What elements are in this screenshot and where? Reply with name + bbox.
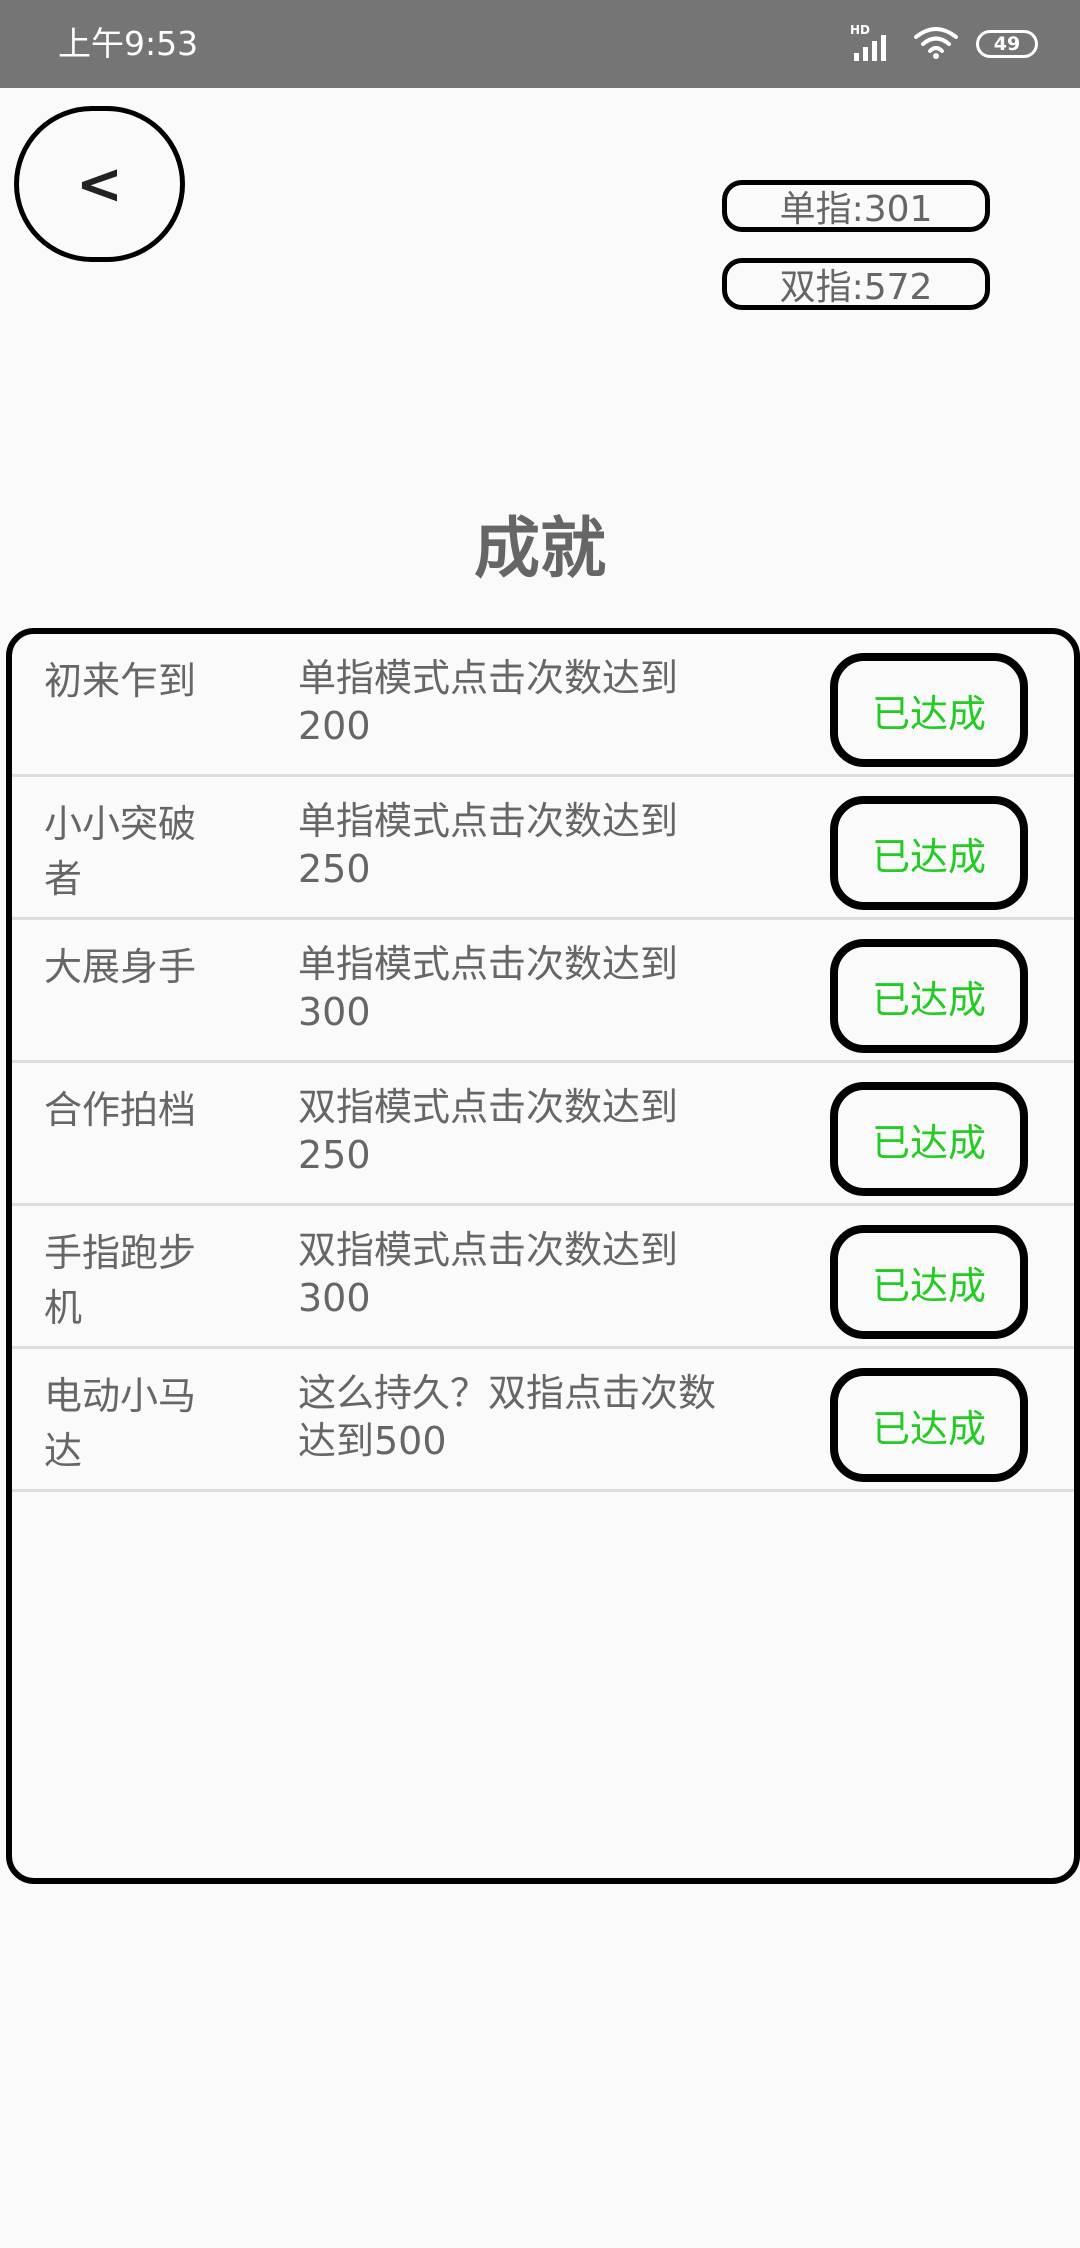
achievement-name: 小小突破者	[44, 802, 197, 901]
double-finger-score: 双指:572	[722, 258, 990, 310]
achievement-name: 合作拍档	[44, 1088, 197, 1132]
page-title: 成就	[474, 510, 606, 587]
achievement-row: 电动小马达 这么持久？双指点击次数达到500 已达成	[12, 1349, 1074, 1492]
achievement-name: 初来乍到	[44, 659, 197, 703]
back-arrow-icon: <	[76, 151, 123, 217]
achievement-description: 单指模式点击次数达到200	[298, 656, 679, 748]
achievement-status-button[interactable]: 已达成	[830, 939, 1028, 1053]
status-time: 上午9:53	[58, 24, 199, 63]
single-finger-score: 单指:301	[722, 180, 990, 232]
achievement-status-button[interactable]: 已达成	[830, 1368, 1028, 1482]
signal-icon: HD	[850, 23, 896, 63]
achievement-row: 合作拍档 双指模式点击次数达到250 已达成	[12, 1063, 1074, 1206]
achievement-description: 单指模式点击次数达到300	[298, 942, 679, 1034]
achievement-row: 大展身手 单指模式点击次数达到300 已达成	[12, 920, 1074, 1063]
achievement-row: 手指跑步机 双指模式点击次数达到300 已达成	[12, 1206, 1074, 1349]
achievement-row: 小小突破者 单指模式点击次数达到250 已达成	[12, 777, 1074, 920]
achievements-panel: 初来乍到 单指模式点击次数达到200 已达成 小小突破者 单指模式点击次数达到2…	[6, 628, 1080, 1884]
achievement-description: 双指模式点击次数达到300	[298, 1228, 679, 1320]
achievement-status-button[interactable]: 已达成	[830, 796, 1028, 910]
achievement-description: 这么持久？双指点击次数达到500	[298, 1371, 717, 1463]
achievement-status-button[interactable]: 已达成	[830, 1082, 1028, 1196]
status-icons: HD 49	[850, 22, 1038, 66]
battery-level: 49	[993, 33, 1021, 55]
achievement-status-button[interactable]: 已达成	[830, 653, 1028, 767]
achievement-description: 双指模式点击次数达到250	[298, 1085, 679, 1177]
achievement-list: 初来乍到 单指模式点击次数达到200 已达成 小小突破者 单指模式点击次数达到2…	[12, 634, 1074, 1492]
back-button[interactable]: <	[14, 106, 185, 262]
achievement-description: 单指模式点击次数达到250	[298, 799, 679, 891]
battery-icon: 49	[976, 30, 1038, 58]
wifi-icon	[914, 25, 958, 63]
achievement-name: 大展身手	[44, 945, 197, 989]
achievement-name: 手指跑步机	[44, 1231, 197, 1330]
achievement-status-button[interactable]: 已达成	[830, 1225, 1028, 1339]
achievement-row: 初来乍到 单指模式点击次数达到200 已达成	[12, 634, 1074, 777]
status-bar: 上午9:53 HD 49	[0, 0, 1080, 88]
achievement-name: 电动小马达	[44, 1374, 197, 1473]
